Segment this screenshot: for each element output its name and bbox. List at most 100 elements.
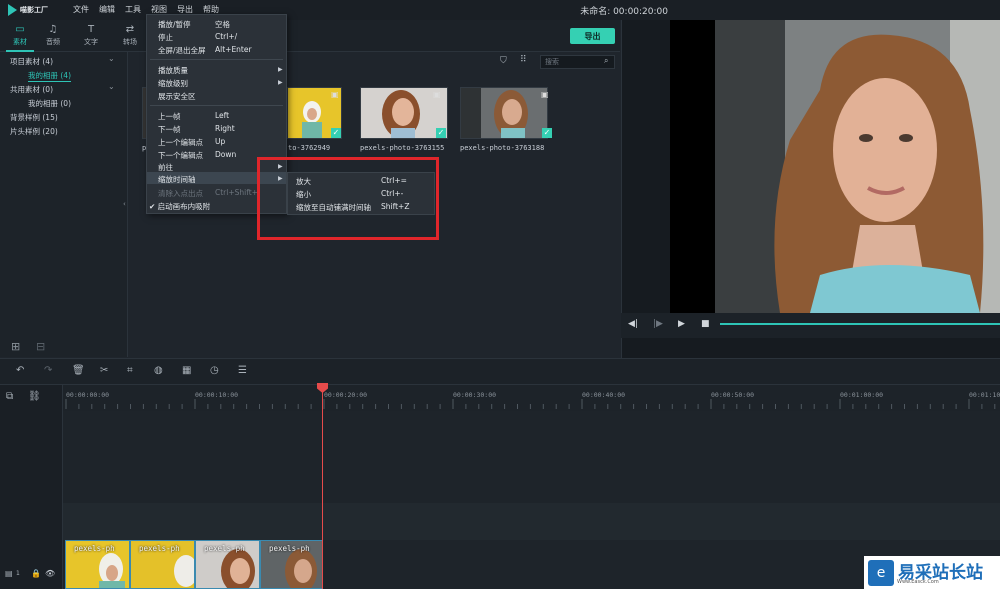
checkmark-icon: ✓	[436, 128, 446, 138]
tab-text[interactable]: T 文字	[71, 20, 111, 52]
ruler-tick-label: 00:00:10:00	[195, 391, 239, 399]
track-number: 1	[16, 570, 20, 577]
tab-transition[interactable]: ⇄ 转场	[110, 20, 150, 52]
ruler-tick-label: 00:00:40:00	[582, 391, 626, 399]
media-tab-bar: ▭ 素材 ♫ 音频 T 文字 ⇄ 转场	[0, 20, 620, 52]
search-icon[interactable]: ⌕	[604, 56, 608, 66]
export-button[interactable]: 导出	[570, 28, 615, 44]
clip-label: pexels-ph	[204, 544, 245, 553]
eye-icon[interactable]: 👁	[45, 569, 55, 578]
link-icon[interactable]: ⛓	[28, 391, 41, 402]
menu-item-zoom-timeline[interactable]: 缩放时间轴	[158, 174, 196, 185]
menu-item-go-to[interactable]: 前往	[158, 162, 173, 173]
ruler-tick-label: 00:01:10:00	[969, 391, 1000, 399]
previous-frame-icon[interactable]: ◀|	[628, 319, 638, 329]
delete-icon[interactable]: 🗑	[72, 365, 85, 376]
chevron-down-icon[interactable]: ⌄	[108, 54, 115, 63]
menu-item-previous-edit-point[interactable]: 上一个编辑点	[158, 137, 203, 148]
woman-portrait-image	[670, 20, 1000, 313]
adjust-icon[interactable]: ☰	[238, 365, 247, 376]
sidebar-item-my-album-shared[interactable]: 我的相册 (0)	[28, 98, 71, 109]
filter-icon[interactable]: ⛉	[500, 56, 507, 66]
stop-icon[interactable]: ■	[701, 319, 710, 329]
media-item-label: pexels-photo-3763188	[460, 144, 545, 152]
tab-text-label: 文字	[84, 38, 98, 46]
media-item-label: pexels-photo-3763155	[360, 144, 445, 152]
chevron-down-icon[interactable]: ⌄	[108, 82, 115, 91]
menu-separator	[150, 59, 283, 60]
checkmark-icon: ✓	[542, 128, 552, 138]
timeline-clip[interactable]: pexels-ph	[260, 540, 323, 589]
timeline-clip[interactable]: pexels-ph	[130, 540, 195, 589]
menu-item-clear-in-out[interactable]: 清除入点出点	[158, 188, 203, 199]
menu-edit[interactable]: 编辑	[99, 4, 115, 15]
text-icon: T	[87, 24, 95, 35]
project-title: 未命名: 00:00:20:00	[580, 7, 668, 17]
preview-video[interactable]	[670, 20, 1000, 313]
grid-view-icon[interactable]: ⠿	[520, 55, 527, 65]
logo-mark-icon	[8, 4, 17, 16]
crop-icon[interactable]: ⌗	[127, 365, 133, 376]
sidebar-item-shared-media[interactable]: 共用素材 (0)	[10, 84, 53, 95]
timeline-clip[interactable]: pexels-ph	[195, 540, 260, 589]
sidebar-item-background-samples[interactable]: 背景样例 (15)	[10, 112, 58, 123]
remove-folder-icon[interactable]: ⊟	[36, 340, 45, 353]
menu-item-previous-frame[interactable]: 上一帧	[158, 111, 181, 122]
menu-item-next-frame[interactable]: 下一帧	[158, 124, 181, 135]
play-icon[interactable]: ▶	[678, 319, 685, 329]
sidebar-item-my-album[interactable]: 我的相册 (4)	[28, 70, 72, 82]
clip-label: pexels-ph	[74, 544, 115, 553]
menu-item-show-safe-zone[interactable]: 展示安全区	[158, 91, 196, 102]
playhead-line[interactable]	[322, 385, 323, 589]
transition-icon: ⇄	[125, 24, 135, 35]
menu-item-playback-quality[interactable]: 播放质量	[158, 65, 188, 76]
undo-icon[interactable]: ↶	[16, 365, 24, 376]
menu-item-fullscreen[interactable]: 全屏/退出全屏	[158, 45, 206, 56]
submenu-arrow-icon: ▶	[278, 66, 283, 73]
submenu-arrow-icon: ▶	[278, 79, 283, 86]
tab-media-label: 素材	[13, 38, 27, 46]
add-folder-icon[interactable]: ⊞	[11, 340, 20, 353]
site-watermark: e 易采站长站 Www.Easck.Com	[864, 556, 1000, 589]
color-icon[interactable]: ◍	[154, 365, 163, 376]
lock-icon[interactable]: 🔒	[31, 569, 41, 578]
image-type-icon: ▣	[331, 90, 339, 99]
menu-file[interactable]: 文件	[73, 4, 89, 15]
media-thumbnail[interactable]	[460, 87, 548, 139]
sidebar-item-project-media[interactable]: 项目素材 (4)	[10, 56, 53, 67]
tab-audio[interactable]: ♫ 音频	[33, 20, 73, 52]
menu-tools[interactable]: 工具	[125, 4, 141, 15]
track-header-column	[0, 385, 63, 589]
preview-progress-bar[interactable]	[720, 323, 1000, 325]
music-note-icon: ♫	[48, 24, 58, 35]
watermark-url: Www.Easck.Com	[897, 579, 939, 585]
woman-portrait-image	[461, 88, 547, 138]
menu-item-canvas-snap[interactable]: ✔ 启动画布内吸附	[149, 201, 210, 212]
ruler-tick-label: 00:01:00:00	[840, 391, 884, 399]
ruler-tick-label: 00:00:30:00	[453, 391, 497, 399]
media-item-label: to-3762949	[288, 144, 331, 152]
folder-icon: ▭	[15, 24, 25, 35]
clip-label: pexels-ph	[269, 544, 310, 553]
next-frame-icon[interactable]: |▶	[653, 319, 663, 329]
shortcut-label: Up	[215, 137, 226, 146]
redo-icon[interactable]: ↷	[44, 365, 52, 376]
ruler-tick-label: 00:00:20:00	[324, 391, 368, 399]
sidebar-item-intro-samples[interactable]: 片头样例 (20)	[10, 126, 58, 137]
menu-item-zoom-level[interactable]: 缩放级别	[158, 78, 188, 89]
image-type-icon: ▣	[541, 90, 549, 99]
clip-label: pexels-ph	[139, 544, 180, 553]
menu-item-stop[interactable]: 停止	[158, 32, 173, 43]
timeline-clip[interactable]: pexels-ph	[65, 540, 130, 589]
green-screen-icon[interactable]: ▦	[182, 365, 191, 376]
menu-item-next-edit-point[interactable]: 下一个编辑点	[158, 150, 203, 161]
split-icon[interactable]: ✂	[100, 365, 108, 376]
shortcut-label: Ctrl+/	[215, 32, 238, 41]
watermark-logo-icon: e	[868, 559, 894, 586]
collapse-arrow-icon[interactable]: ‹	[123, 200, 126, 208]
speed-icon[interactable]: ◷	[210, 365, 219, 376]
menu-item-play-pause[interactable]: 播放/暂停	[158, 19, 191, 30]
checkmark-icon: ✓	[331, 128, 341, 138]
app-logo: 喵影工厂	[8, 3, 66, 17]
add-track-icon[interactable]: ⧉	[6, 391, 13, 402]
